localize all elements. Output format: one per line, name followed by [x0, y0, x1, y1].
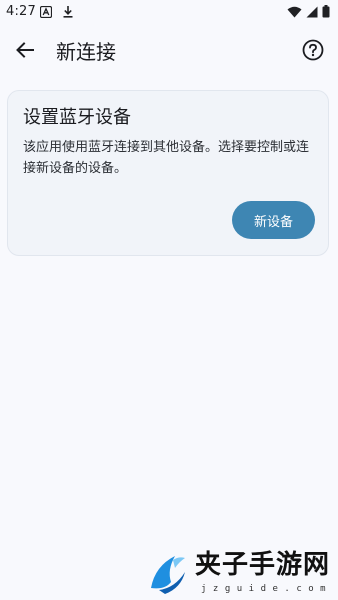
help-button[interactable]: [298, 37, 328, 67]
help-circle-icon: [302, 39, 324, 65]
download-icon: [62, 5, 74, 22]
status-time: 4:27: [6, 4, 36, 19]
watermark: 夹子手游网 jzguide.com: [145, 546, 338, 600]
wifi-icon: [287, 6, 302, 22]
bluetooth-setup-card: 设置蓝牙设备 该应用使用蓝牙连接到其他设备。选择要控制或连接新设备的设备。 新设…: [7, 90, 329, 256]
signal-icon: [306, 6, 318, 22]
status-bar: 4:27: [0, 0, 338, 24]
battery-icon: [322, 5, 330, 22]
status-right-icons: [287, 5, 330, 22]
arrow-left-icon: [15, 40, 35, 64]
card-description: 该应用使用蓝牙连接到其他设备。选择要控制或连接新设备的设备。: [23, 140, 310, 176]
page-title: 新连接: [56, 40, 116, 64]
new-device-button[interactable]: 新设备: [232, 201, 315, 239]
font-notification-icon: [39, 5, 53, 22]
watermark-text-en: jzguide.com: [201, 584, 333, 594]
back-button[interactable]: [10, 37, 40, 67]
watermark-text-cn: 夹子手游网: [195, 550, 331, 580]
card-title: 设置蓝牙设备: [23, 107, 131, 128]
status-left-icons: [39, 5, 74, 22]
watermark-logo-icon: [145, 550, 191, 600]
app-bar: 新连接: [0, 24, 338, 80]
